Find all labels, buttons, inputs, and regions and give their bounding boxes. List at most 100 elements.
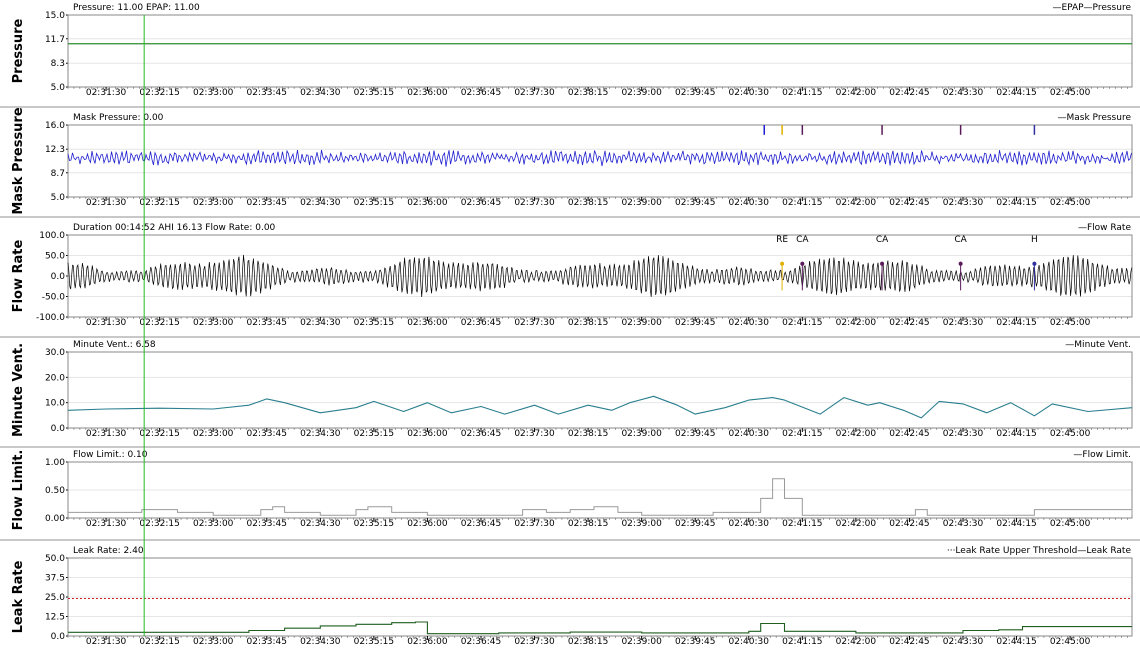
event-dot bbox=[958, 261, 963, 266]
x-tick-label: 02:35:15 bbox=[354, 637, 394, 647]
x-tick-label: 02:39:45 bbox=[675, 637, 715, 647]
x-tick-label: 02:42:00 bbox=[836, 88, 877, 98]
x-tick-label: 02:42:45 bbox=[889, 318, 929, 328]
x-tick-label: 02:45:00 bbox=[1050, 88, 1091, 98]
y-tick-label: 12.3 bbox=[45, 145, 65, 155]
panel-legend: —Flow Rate bbox=[1078, 223, 1132, 233]
x-tick-label: 02:31:30 bbox=[86, 318, 127, 328]
x-tick-label: 02:36:00 bbox=[407, 637, 448, 647]
x-tick-label: 02:45:00 bbox=[1050, 429, 1091, 439]
x-tick-label: 02:40:30 bbox=[729, 88, 770, 98]
y-tick-label: 100.0 bbox=[39, 231, 65, 241]
x-tick-label: 02:39:45 bbox=[675, 198, 715, 208]
y-tick-label: 8.7 bbox=[51, 169, 65, 179]
x-tick-label: 02:37:30 bbox=[514, 198, 555, 208]
event-label: CA bbox=[796, 235, 809, 245]
x-tick-label: 02:40:30 bbox=[729, 318, 770, 328]
x-tick-label: 02:42:00 bbox=[836, 318, 877, 328]
y-axis-label: Leak Rate bbox=[11, 560, 26, 633]
x-tick-label: 02:32:15 bbox=[139, 198, 179, 208]
x-tick-label: 02:42:00 bbox=[836, 519, 877, 529]
event-dot bbox=[800, 261, 805, 266]
x-tick-label: 02:32:15 bbox=[139, 88, 179, 98]
x-tick-label: 02:45:00 bbox=[1050, 519, 1091, 529]
x-tick-label: 02:44:15 bbox=[996, 519, 1036, 529]
y-tick-label: 50.0 bbox=[45, 252, 65, 262]
panel-pressure: 15.0 11.7 8.3 5.0 Pressure Pressure: 11.00 EP… bbox=[11, 3, 1133, 98]
x-tick-label: 02:33:00 bbox=[193, 429, 234, 439]
x-tick-label: 02:31:30 bbox=[86, 429, 127, 439]
panel-header: Minute Vent.: 6.58 bbox=[73, 340, 156, 350]
y-tick-label: 0.50 bbox=[45, 486, 65, 496]
x-tick-label: 02:38:15 bbox=[568, 519, 608, 529]
panel-mask_pressure: 16.0 12.3 8.7 5.0 Mask Pressure Mask Pressure… bbox=[11, 107, 1133, 215]
series-mask-pressure-line bbox=[67, 149, 1132, 167]
panel-legend: —Mask Pressure bbox=[1058, 113, 1132, 123]
x-tick-label: 02:41:15 bbox=[782, 198, 822, 208]
x-tick-label: 02:34:30 bbox=[300, 637, 341, 647]
x-tick-label: 02:33:45 bbox=[247, 318, 287, 328]
x-tick-label: 02:33:00 bbox=[193, 198, 234, 208]
x-tick-label: 02:36:45 bbox=[461, 318, 501, 328]
x-tick-label: 02:40:30 bbox=[729, 429, 770, 439]
x-tick-label: 02:32:15 bbox=[139, 318, 179, 328]
panel-leak_rate: 50.0 37.5 25.0 12.5 0.0 Leak Rate Leak Rate: 2… bbox=[11, 546, 1133, 647]
x-tick-label: 02:44:15 bbox=[996, 198, 1036, 208]
x-tick-label: 02:42:00 bbox=[836, 429, 877, 439]
x-tick-label: 02:33:45 bbox=[247, 429, 287, 439]
x-tick-label: 02:42:45 bbox=[889, 88, 929, 98]
y-axis-label: Flow Rate bbox=[11, 240, 26, 313]
x-tick-label: 02:43:30 bbox=[943, 637, 984, 647]
x-tick-label: 02:44:15 bbox=[996, 318, 1036, 328]
x-tick-label: 02:34:30 bbox=[300, 519, 341, 529]
x-tick-label: 02:42:45 bbox=[889, 198, 929, 208]
panel-legend: —Minute Vent. bbox=[1065, 340, 1131, 350]
event-label: CA bbox=[954, 235, 967, 245]
x-tick-label: 02:33:00 bbox=[193, 88, 234, 98]
x-tick-label: 02:40:30 bbox=[729, 637, 770, 647]
panel-minute_vent: 30.0 20.0 10.0 0.0 Minute Vent. Minute Vent.:… bbox=[11, 340, 1133, 439]
x-tick-label: 02:41:15 bbox=[782, 88, 822, 98]
x-tick-label: 02:31:30 bbox=[86, 637, 127, 647]
x-tick-label: 02:40:30 bbox=[729, 198, 770, 208]
x-tick-label: 02:33:00 bbox=[193, 637, 234, 647]
x-tick-label: 02:35:15 bbox=[354, 198, 394, 208]
x-tick-label: 02:35:15 bbox=[354, 88, 394, 98]
y-tick-label: 15.0 bbox=[45, 11, 65, 21]
x-tick-label: 02:45:00 bbox=[1050, 637, 1091, 647]
event-dot bbox=[780, 261, 785, 266]
x-tick-label: 02:37:30 bbox=[514, 88, 555, 98]
x-tick-label: 02:43:30 bbox=[943, 519, 984, 529]
panel-header: Leak Rate: 2.40 bbox=[73, 546, 144, 556]
y-axis-label: Mask Pressure bbox=[11, 107, 26, 215]
x-tick-label: 02:35:15 bbox=[354, 318, 394, 328]
panel-legend: ···Leak Rate Upper Threshold—Leak Rate bbox=[947, 546, 1132, 556]
x-tick-label: 02:39:00 bbox=[621, 429, 662, 439]
x-tick-label: 02:37:30 bbox=[514, 429, 555, 439]
x-tick-label: 02:42:45 bbox=[889, 519, 929, 529]
x-tick-label: 02:34:30 bbox=[300, 429, 341, 439]
y-tick-label: 0.0 bbox=[51, 272, 66, 282]
x-tick-label: 02:37:30 bbox=[514, 637, 555, 647]
x-tick-label: 02:42:00 bbox=[836, 198, 877, 208]
panel-flow_rate: 100.0 50.0 0.0 -50.0 -100.0 Flow Rate Duration… bbox=[11, 223, 1133, 328]
x-tick-label: 02:42:00 bbox=[836, 637, 877, 647]
x-tick-label: 02:42:45 bbox=[889, 637, 929, 647]
y-tick-label: 20.0 bbox=[45, 373, 65, 383]
y-tick-label: 12.5 bbox=[45, 613, 65, 623]
x-tick-label: 02:37:30 bbox=[514, 318, 555, 328]
x-tick-label: 02:36:45 bbox=[461, 519, 501, 529]
x-tick-label: 02:32:15 bbox=[139, 519, 179, 529]
x-tick-label: 02:36:45 bbox=[461, 637, 501, 647]
y-tick-label: 5.0 bbox=[51, 83, 66, 93]
x-tick-label: 02:45:00 bbox=[1050, 198, 1091, 208]
x-tick-label: 02:33:00 bbox=[193, 318, 234, 328]
x-tick-label: 02:39:00 bbox=[621, 519, 662, 529]
x-tick-label: 02:35:15 bbox=[354, 519, 394, 529]
x-tick-label: 02:31:30 bbox=[86, 519, 127, 529]
x-tick-label: 02:41:15 bbox=[782, 318, 822, 328]
x-tick-label: 02:36:00 bbox=[407, 318, 448, 328]
x-tick-label: 02:35:15 bbox=[354, 429, 394, 439]
x-tick-label: 02:40:30 bbox=[729, 519, 770, 529]
y-tick-label: 25.0 bbox=[45, 593, 65, 603]
